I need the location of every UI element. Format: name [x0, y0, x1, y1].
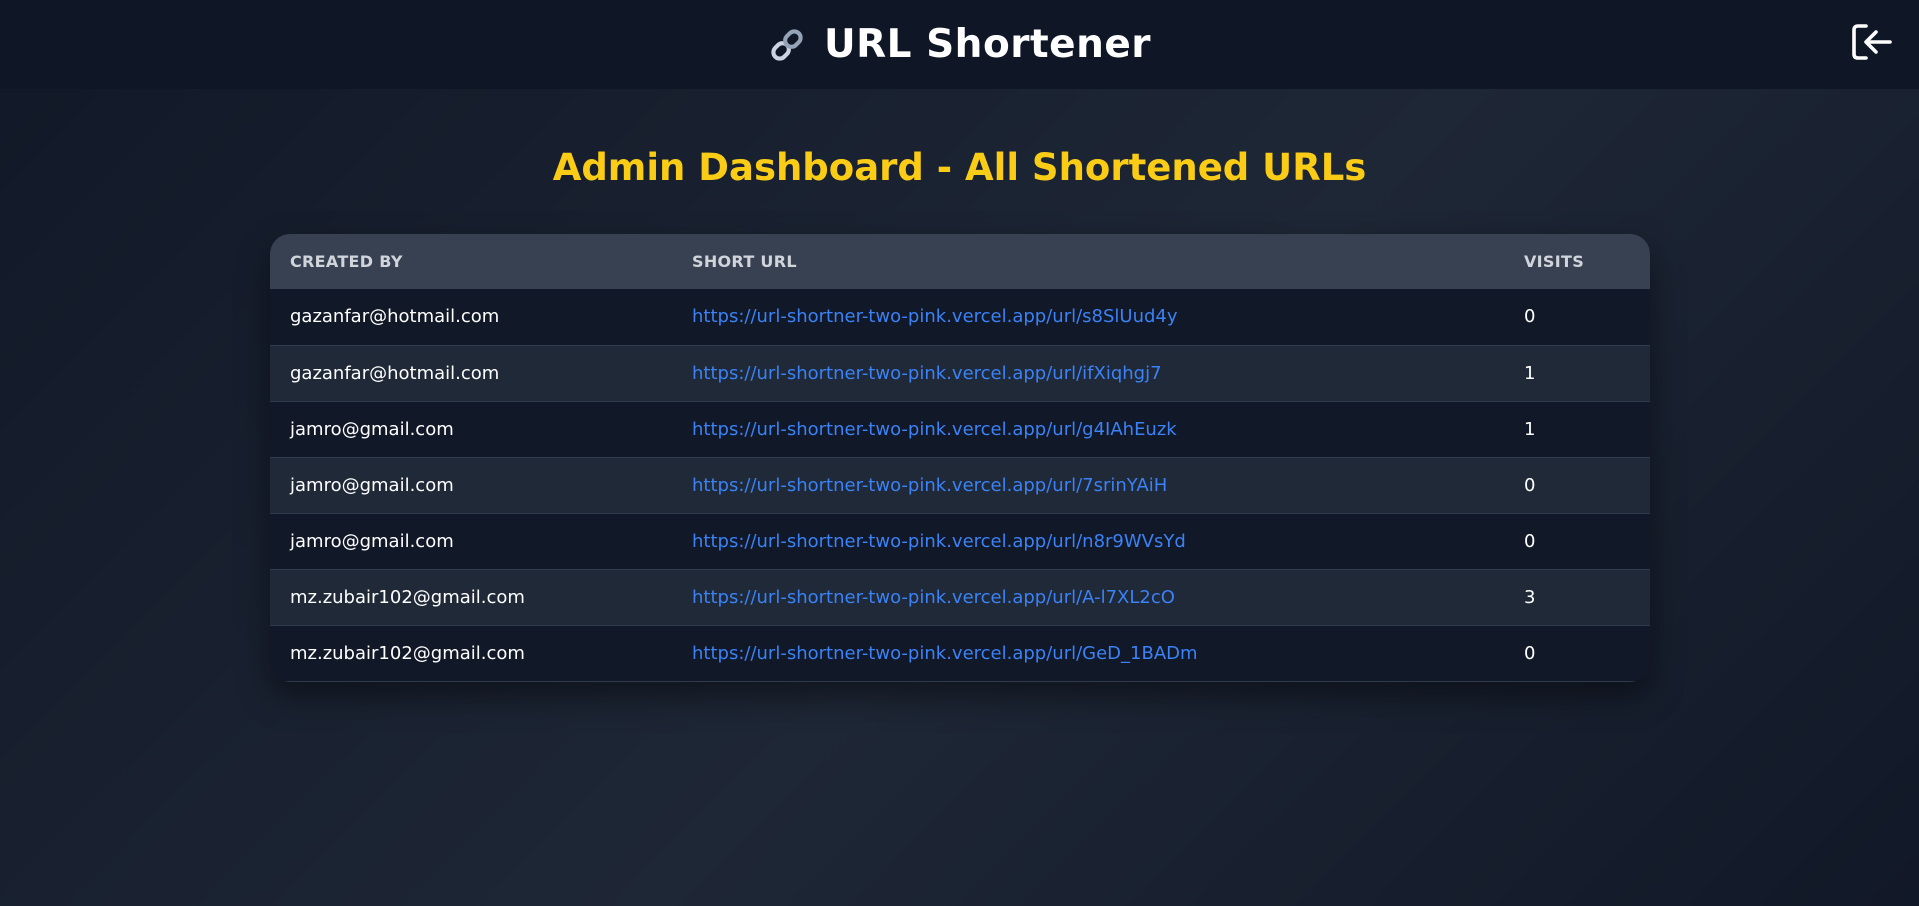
short-url-link[interactable]: https://url-shortner-two-pink.vercel.app…	[692, 643, 1198, 664]
table-row: mz.zubair102@gmail.com https://url-short…	[270, 569, 1650, 625]
column-header-short-url: SHORT URL	[692, 252, 797, 271]
top-bar: URL Shortener	[0, 0, 1919, 89]
table-header-row: CREATED BY SHORT URL VISITS	[270, 234, 1650, 289]
visits-cell: 3	[1524, 586, 1536, 608]
visits-cell: 1	[1524, 362, 1536, 384]
logout-button[interactable]	[1849, 22, 1895, 66]
created-by-cell: jamro@gmail.com	[290, 474, 454, 496]
short-url-cell: https://url-shortner-two-pink.vercel.app…	[672, 289, 1504, 345]
short-url-cell: https://url-shortner-two-pink.vercel.app…	[672, 569, 1504, 625]
short-url-link[interactable]: https://url-shortner-two-pink.vercel.app…	[692, 419, 1177, 440]
brand: URL Shortener	[768, 22, 1151, 67]
created-by-cell: gazanfar@hotmail.com	[290, 306, 500, 328]
created-by-cell: mz.zubair102@gmail.com	[290, 642, 525, 664]
urls-table: CREATED BY SHORT URL VISITS gazanfar@hot…	[270, 234, 1650, 682]
table-row: gazanfar@hotmail.com https://url-shortne…	[270, 345, 1650, 401]
link-icon	[768, 26, 806, 64]
short-url-cell: https://url-shortner-two-pink.vercel.app…	[672, 625, 1504, 681]
column-header-created-by: CREATED BY	[290, 252, 403, 271]
table-row: mz.zubair102@gmail.com https://url-short…	[270, 625, 1650, 681]
visits-cell: 0	[1524, 642, 1536, 664]
created-by-cell: jamro@gmail.com	[290, 530, 454, 552]
page-title: Admin Dashboard - All Shortened URLs	[552, 146, 1367, 189]
table-row: jamro@gmail.com https://url-shortner-two…	[270, 401, 1650, 457]
app-title: URL Shortener	[823, 22, 1152, 67]
short-url-link[interactable]: https://url-shortner-two-pink.vercel.app…	[692, 363, 1162, 384]
short-url-cell: https://url-shortner-two-pink.vercel.app…	[672, 401, 1504, 457]
table-row: jamro@gmail.com https://url-shortner-two…	[270, 457, 1650, 513]
logout-icon	[1850, 22, 1894, 66]
visits-cell: 0	[1524, 306, 1536, 328]
table-row: jamro@gmail.com https://url-shortner-two…	[270, 513, 1650, 569]
urls-table-card: CREATED BY SHORT URL VISITS gazanfar@hot…	[270, 234, 1650, 682]
short-url-link[interactable]: https://url-shortner-two-pink.vercel.app…	[692, 531, 1186, 552]
short-url-cell: https://url-shortner-two-pink.vercel.app…	[672, 345, 1504, 401]
column-header-visits: VISITS	[1524, 252, 1585, 271]
short-url-link[interactable]: https://url-shortner-two-pink.vercel.app…	[692, 306, 1178, 327]
table-row: gazanfar@hotmail.com https://url-shortne…	[270, 289, 1650, 345]
short-url-cell: https://url-shortner-two-pink.vercel.app…	[672, 457, 1504, 513]
short-url-link[interactable]: https://url-shortner-two-pink.vercel.app…	[692, 475, 1167, 496]
created-by-cell: jamro@gmail.com	[290, 418, 454, 440]
short-url-cell: https://url-shortner-two-pink.vercel.app…	[672, 513, 1504, 569]
short-url-link[interactable]: https://url-shortner-two-pink.vercel.app…	[692, 587, 1175, 608]
created-by-cell: gazanfar@hotmail.com	[290, 362, 500, 384]
visits-cell: 0	[1524, 474, 1536, 496]
visits-cell: 1	[1524, 418, 1536, 440]
created-by-cell: mz.zubair102@gmail.com	[290, 586, 525, 608]
visits-cell: 0	[1524, 530, 1536, 552]
